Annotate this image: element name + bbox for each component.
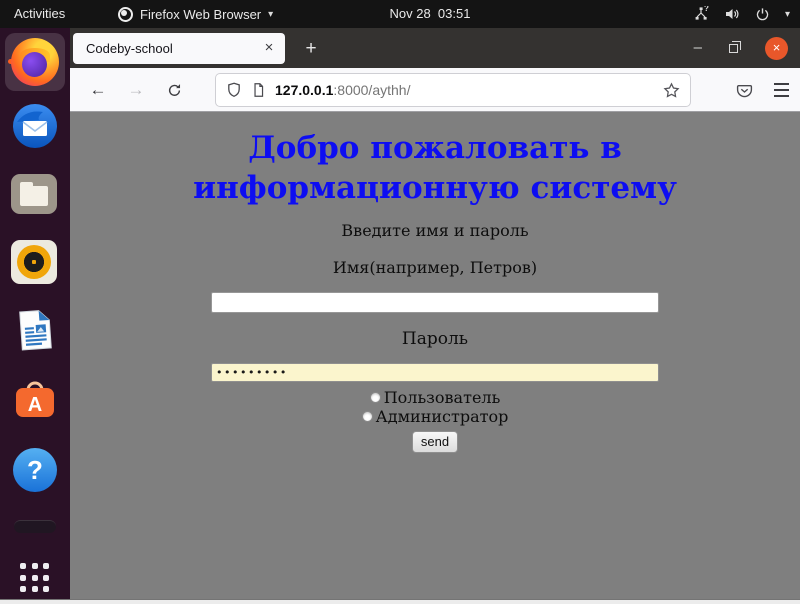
firefox-mono-icon [118, 7, 133, 22]
ubuntu-software-icon: A [11, 374, 59, 422]
minimize-button[interactable]: – [694, 43, 702, 53]
password-label: Пароль [402, 329, 468, 349]
dock-item-firefox[interactable] [5, 33, 65, 91]
url-bar[interactable]: 127.0.0.1:8000/aythh/ [216, 74, 690, 106]
chevron-down-icon: ▾ [785, 9, 790, 20]
clock[interactable]: Nov 28 03:51 [390, 0, 471, 28]
svg-text:A: A [28, 394, 42, 416]
shield-icon[interactable] [226, 82, 242, 98]
radio-button-icon[interactable] [362, 411, 373, 422]
dock-item-thunderbird[interactable] [11, 102, 59, 150]
radio-user[interactable]: Пользователь [370, 388, 501, 407]
window-controls: – × [694, 28, 788, 68]
close-button[interactable]: × [765, 37, 788, 60]
intro-text: Введите имя и пароль [341, 221, 528, 240]
system-status-area[interactable]: ? ▾ [693, 0, 790, 28]
hamburger-icon [774, 83, 789, 85]
dock-item-rhythmbox[interactable] [11, 238, 59, 286]
dock-item-ubuntu-software[interactable]: A [11, 374, 59, 422]
url-text: 127.0.0.1:8000/aythh/ [275, 82, 410, 98]
bookmark-star-icon[interactable] [663, 82, 680, 99]
radio-admin-label: Администратор [376, 407, 509, 426]
radio-admin[interactable]: Администратор [362, 407, 509, 426]
tab-title: Codeby-school [73, 41, 258, 56]
dock-item-libreoffice-writer[interactable] [11, 306, 59, 354]
back-button[interactable]: ← [84, 76, 112, 104]
name-label: Имя(например, Петров) [333, 258, 537, 277]
rhythmbox-icon [11, 240, 57, 284]
svg-text:?: ? [704, 6, 709, 13]
forward-button[interactable]: → [122, 76, 150, 104]
show-applications-icon[interactable] [20, 563, 50, 593]
app-menu-label: Firefox Web Browser [140, 7, 261, 22]
radio-user-label: Пользователь [384, 388, 501, 407]
password-input[interactable] [211, 363, 659, 382]
dock-item-help[interactable]: ? [11, 446, 59, 494]
radio-button-icon[interactable] [370, 392, 381, 403]
dock: A ? [0, 28, 70, 604]
libreoffice-writer-icon [9, 304, 60, 355]
pocket-icon [736, 82, 753, 99]
minimized-window-icon[interactable] [14, 520, 56, 533]
firefox-window: Codeby-school × + – × ← → 127.0. [70, 28, 800, 599]
activities-button[interactable]: Activities [14, 0, 65, 28]
help-icon: ? [13, 448, 57, 492]
restore-button[interactable] [729, 44, 738, 53]
navigation-toolbar: ← → 127.0.0.1:8000/aythh/ [70, 68, 800, 112]
page-title: Добро пожаловать в информационную систем… [193, 129, 677, 208]
files-icon [11, 174, 57, 214]
url-path: :8000/aythh/ [333, 82, 410, 98]
reload-button[interactable] [160, 76, 188, 104]
url-host: 127.0.0.1 [275, 82, 333, 98]
name-input[interactable] [211, 292, 659, 313]
page-content: Добро пожаловать в информационную систем… [70, 112, 800, 599]
tab-close-icon[interactable]: × [258, 38, 280, 60]
firefox-icon [11, 38, 59, 86]
screen-bottom-edge [0, 599, 800, 604]
thunderbird-icon [11, 102, 59, 150]
chevron-down-icon: ▾ [268, 9, 273, 20]
tab-bar: Codeby-school × + – × [70, 28, 800, 68]
app-menu[interactable]: Firefox Web Browser ▾ [118, 0, 273, 28]
menu-button[interactable] [768, 76, 794, 104]
top-bar: Activities Firefox Web Browser ▾ Nov 28 … [0, 0, 800, 28]
pocket-button[interactable] [730, 76, 758, 104]
page-info-icon[interactable] [251, 82, 266, 98]
new-tab-button[interactable]: + [298, 36, 324, 62]
tab-codeby-school[interactable]: Codeby-school × [73, 33, 285, 64]
dock-item-files[interactable] [11, 170, 59, 218]
power-icon [755, 7, 770, 22]
volume-icon [724, 6, 740, 22]
network-icon: ? [693, 6, 709, 22]
send-button[interactable]: send [412, 431, 458, 453]
reload-icon [167, 83, 182, 98]
